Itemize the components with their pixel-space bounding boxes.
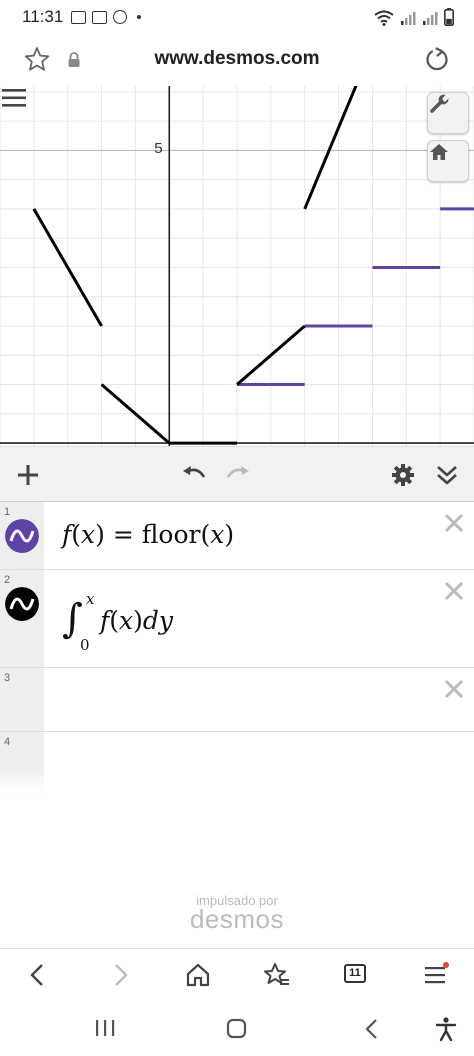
browser-bottom-nav: 11 (0, 948, 474, 1000)
expression-row-3[interactable]: 3 (0, 668, 474, 732)
recent-apps-icon[interactable] (94, 1018, 116, 1038)
delete-expression-icon[interactable] (442, 579, 466, 603)
row-number: 4 (4, 736, 11, 748)
status-time: 11:31 (22, 7, 64, 26)
row-number: 3 (4, 672, 11, 684)
graph-canvas[interactable] (0, 86, 474, 446)
delete-expression-icon[interactable] (442, 511, 466, 535)
add-icon[interactable] (14, 461, 42, 489)
home-icon[interactable] (184, 961, 212, 989)
battery-icon (444, 8, 454, 26)
y-tick-label-5: 5 (154, 140, 163, 158)
expression-color-icon-black[interactable] (5, 587, 39, 621)
wrench-icon (430, 94, 449, 113)
expression-row-4[interactable]: 4 (0, 732, 474, 794)
desmos-logo[interactable]: desmos (0, 904, 474, 935)
graph-settings-button[interactable] (427, 92, 469, 134)
series-2-segment-5 (303, 86, 358, 210)
signal-icon-2 (423, 12, 438, 25)
battery-level (446, 18, 452, 25)
menu-hamburger-icon[interactable] (0, 86, 30, 110)
expression-list: 1 f(x) = floor(x) 2 ∫ x 0 f(x)dy 3 4 (0, 502, 474, 802)
voicemail-icon (71, 10, 87, 24)
status-bar: 11:31 (0, 0, 474, 34)
expression-row-1[interactable]: 1 f(x) = floor(x) (0, 502, 474, 570)
redo-icon[interactable] (224, 461, 252, 489)
tabs-icon[interactable]: 11 (344, 964, 366, 983)
basketball-icon (113, 10, 128, 24)
gallery-icon (92, 10, 108, 24)
menu-icon[interactable] (421, 961, 449, 989)
row-number: 2 (4, 574, 11, 586)
system-home-icon[interactable] (226, 1018, 248, 1040)
expression-toolbar (0, 446, 474, 502)
wifi-icon (374, 10, 394, 26)
default-viewport-button[interactable] (427, 140, 469, 182)
accessibility-icon[interactable] (434, 1016, 458, 1042)
back-icon[interactable] (24, 961, 52, 989)
browser-url-bar: www.desmos.com (0, 34, 474, 86)
bookmarks-icon[interactable] (263, 961, 291, 989)
undo-icon[interactable] (180, 461, 208, 489)
url-text[interactable]: www.desmos.com (0, 48, 474, 70)
expression-color-icon-purple[interactable] (5, 519, 39, 553)
collapse-list-icon[interactable] (433, 461, 461, 489)
home-icon (430, 144, 448, 160)
delete-expression-icon[interactable] (442, 677, 466, 701)
more-notifications-icon (137, 15, 142, 19)
settings-icon[interactable] (389, 461, 417, 489)
reload-icon[interactable] (423, 46, 451, 74)
row-number: 1 (4, 506, 11, 518)
signal-icon (401, 12, 416, 25)
system-back-icon[interactable] (362, 1018, 382, 1040)
graph-area[interactable]: 5 5 0 (0, 86, 474, 446)
system-navigation-bar (0, 1000, 474, 1056)
expression-1-math[interactable]: f(x) = floor(x) (62, 520, 234, 549)
expression-row-2[interactable]: 2 ∫ x 0 f(x)dy (0, 570, 474, 668)
forward-icon[interactable] (106, 961, 134, 989)
